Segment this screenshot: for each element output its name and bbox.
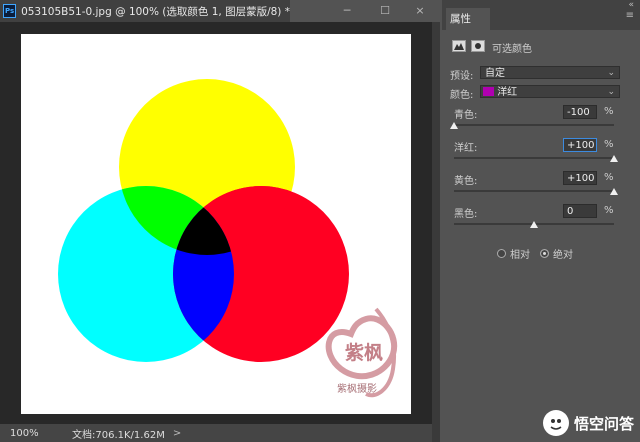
percent-unit: %	[604, 106, 614, 117]
slider-label: 黑色:	[454, 209, 478, 220]
slider-track[interactable]	[454, 157, 614, 159]
document-tab-bar: Ps 053105B51-0.jpg @ 100% (选取颜色 1, 图层蒙版/…	[0, 0, 432, 23]
seal-stamp: 紫枫 紫枫摄影	[325, 307, 398, 398]
status-bar: 100% 文档:706.1K/1.62M >	[0, 424, 432, 442]
canvas-area: 紫枫 紫枫摄影	[0, 22, 432, 424]
slider-thumb[interactable]	[450, 122, 458, 129]
wukong-logo-icon	[542, 410, 569, 436]
vertical-scrollbar[interactable]	[432, 22, 440, 442]
slider-thumb[interactable]	[610, 188, 618, 195]
absolute-radio[interactable]	[540, 249, 549, 258]
slider-thumb[interactable]	[530, 221, 538, 228]
adjustment-layer-icon[interactable]	[452, 40, 466, 52]
color-swatch	[483, 87, 494, 96]
minimize-button[interactable]: ─	[340, 4, 354, 18]
slider-value-field[interactable]: +100	[563, 138, 597, 152]
watermark-text: 悟空问答	[573, 414, 634, 433]
preset-value: 自定	[485, 68, 505, 79]
colors-value: 洋红	[497, 87, 518, 98]
document-tab[interactable]: Ps 053105B51-0.jpg @ 100% (选取颜色 1, 图层蒙版/…	[0, 0, 290, 22]
slider-value-field[interactable]: +100	[563, 171, 597, 185]
image-canvas[interactable]: 紫枫 紫枫摄影	[21, 34, 411, 414]
properties-tab[interactable]: 属性	[446, 8, 490, 30]
relative-label: 相对	[510, 250, 530, 261]
layer-mask-icon[interactable]	[471, 40, 485, 52]
method-relative-option[interactable]: 相对	[497, 246, 530, 261]
preset-dropdown[interactable]: 自定 ⌄	[480, 66, 620, 79]
svg-text:紫枫: 紫枫	[345, 342, 383, 364]
properties-panel: 属性 « ≡ 可选颜色 预设: 自定 ⌄ 颜色: 洋红 ⌄ 青色: -100% 洋红…	[442, 0, 640, 442]
absolute-label: 绝对	[553, 250, 573, 261]
svg-text:紫枫摄影: 紫枫摄影	[337, 382, 377, 395]
panel-menu-icon[interactable]: ≡	[626, 10, 634, 21]
panel-collapse-icon[interactable]: «	[628, 0, 634, 10]
zoom-level[interactable]: 100%	[10, 428, 50, 439]
relative-radio[interactable]	[497, 249, 506, 258]
status-menu-arrow-icon[interactable]: >	[173, 428, 181, 439]
adjustment-title: 可选颜色	[492, 44, 532, 55]
colors-dropdown[interactable]: 洋红 ⌄	[480, 85, 620, 98]
method-absolute-option[interactable]: 绝对	[540, 246, 573, 261]
percent-unit: %	[604, 205, 614, 216]
preset-label: 预设:	[450, 71, 474, 82]
slider-label: 青色:	[454, 110, 478, 121]
close-window-button[interactable]: ×	[413, 4, 427, 18]
percent-unit: %	[604, 172, 614, 183]
slider-value-field[interactable]: 0	[563, 204, 597, 218]
maximize-button[interactable]: ☐	[378, 4, 392, 18]
photoshop-file-icon: Ps	[3, 4, 17, 18]
chevron-down-icon: ⌄	[607, 68, 615, 78]
panel-header: 属性 « ≡	[442, 0, 640, 30]
chevron-down-icon: ⌄	[607, 87, 615, 97]
color-circles-image: 紫枫 紫枫摄影	[58, 79, 398, 398]
percent-unit: %	[604, 139, 614, 150]
document-window: Ps 053105B51-0.jpg @ 100% (选取颜色 1, 图层蒙版/…	[0, 0, 432, 442]
slider-thumb[interactable]	[610, 155, 618, 162]
slider-value-field[interactable]: -100	[563, 105, 597, 119]
slider-track[interactable]	[454, 190, 614, 192]
document-info: 文档:706.1K/1.62M	[72, 429, 165, 441]
slider-label: 黄色:	[454, 176, 478, 187]
slider-track[interactable]	[454, 124, 614, 126]
colors-label: 颜色:	[450, 90, 474, 101]
document-tab-title: 053105B51-0.jpg @ 100% (选取颜色 1, 图层蒙版/8) …	[21, 5, 290, 18]
slider-label: 洋红:	[454, 143, 478, 154]
watermark: 悟空问答	[542, 410, 634, 436]
